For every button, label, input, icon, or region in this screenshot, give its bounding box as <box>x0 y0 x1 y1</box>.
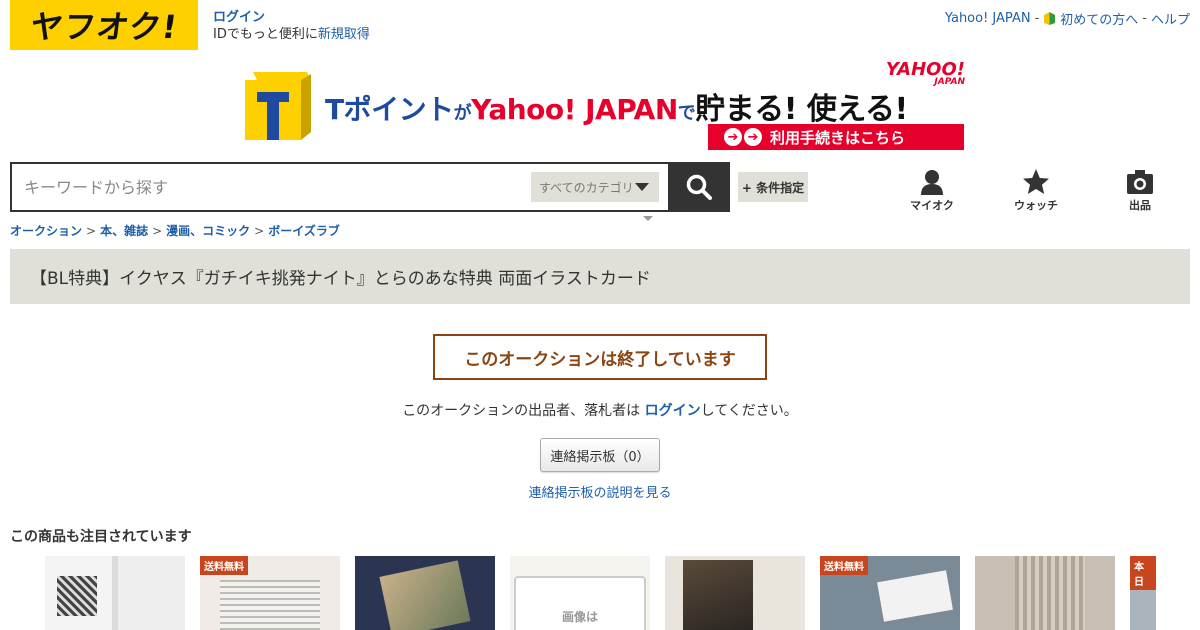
related-item-thumbnail[interactable] <box>355 556 495 630</box>
breadcrumb-separator: > <box>152 224 163 238</box>
small-caret-icon <box>643 216 653 221</box>
category-select-value: すべてのカテゴリ <box>539 180 634 195</box>
arrow-right-icon: ➔ <box>744 128 762 146</box>
today-badge: 本日 <box>1130 556 1156 590</box>
yahuoku-logo[interactable]: ヤフオク! <box>10 0 198 50</box>
related-item-thumbnail[interactable]: 画像は <box>510 556 650 630</box>
related-heading: この商品も注目されています <box>10 529 192 545</box>
beginner-leaf-icon <box>1044 12 1056 25</box>
id-prompt: IDでもっと便利に <box>213 27 318 42</box>
banner-de: で <box>677 103 696 124</box>
tpoint-banner[interactable]: TポイントがYahoo! JAPANで貯まる! 使える! YAHOO! JAPA… <box>245 61 965 152</box>
yahoo-mini-logo: YAHOO! JAPAN <box>886 61 965 87</box>
nav-myauction-label: マイオク <box>910 199 954 212</box>
search-button[interactable] <box>668 162 730 212</box>
help-link[interactable]: ヘルプ <box>1151 9 1190 28</box>
person-icon <box>921 170 943 195</box>
tpoint-cube-icon <box>245 72 311 140</box>
item-title: 【BL特典】イクヤス『ガチイキ挑発ナイト』とらのあな特典 両面イラストカード <box>30 269 651 289</box>
login-prompt-post: してください。 <box>700 403 798 419</box>
breadcrumb-item[interactable]: ボーイズラブ <box>268 224 340 238</box>
banner-tpoint: Tポイント <box>325 93 454 126</box>
login-box: ログイン IDでもっと便利に新規取得 <box>213 9 370 43</box>
chevron-down-icon <box>635 183 649 191</box>
related-item-thumbnail[interactable]: 送料無料 <box>820 556 960 630</box>
signup-link[interactable]: 新規取得 <box>318 27 370 42</box>
top-links: Yahoo! JAPAN - 初めての方へ - ヘルプ <box>945 9 1190 28</box>
related-item-thumbnail[interactable] <box>45 556 185 630</box>
login-link[interactable]: ログイン <box>213 9 370 26</box>
separator: - <box>1142 11 1147 26</box>
breadcrumb: オークション > 本、雑誌 > 漫画、コミック > ボーイズラブ <box>10 222 340 239</box>
related-item-thumbnail[interactable] <box>975 556 1115 630</box>
nav-watch-label: ウォッチ <box>1014 199 1058 212</box>
related-item-thumbnail[interactable]: 送料無料 <box>200 556 340 630</box>
item-title-bar: 【BL特典】イクヤス『ガチイキ挑発ナイト』とらのあな特典 両面イラストカード <box>10 249 1190 304</box>
breadcrumb-separator: > <box>86 224 97 238</box>
board-help-link[interactable]: 連絡掲示板の説明を見る <box>528 486 671 501</box>
condition-button[interactable]: + 条件指定 <box>738 172 808 202</box>
nav-sell[interactable]: 出品 <box>1088 168 1192 213</box>
nav-watch[interactable]: ウォッチ <box>984 168 1088 213</box>
free-shipping-badge: 送料無料 <box>820 556 868 575</box>
star-icon <box>1023 169 1049 194</box>
nav-myauction[interactable]: マイオク <box>880 168 984 213</box>
login-prompt-link[interactable]: ログイン <box>645 403 701 419</box>
banner-slogan: 貯まる! 使える! <box>695 92 908 127</box>
banner-ga: が <box>453 103 472 124</box>
breadcrumb-item[interactable]: 本、雑誌 <box>100 224 148 238</box>
banner-cta-label: 利用手続きはこちら <box>770 128 906 147</box>
free-shipping-badge: 送料無料 <box>200 556 248 575</box>
auction-ended-notice: このオークションは終了しています <box>433 334 767 380</box>
message-board-button[interactable]: 連絡掲示板（0） <box>540 438 660 472</box>
beginners-link[interactable]: 初めての方へ <box>1060 9 1138 28</box>
banner-headline: TポイントがYahoo! JAPANで貯まる! 使える! <box>325 84 908 128</box>
message-board-help-link: 連絡掲示板の説明を見る <box>0 482 1200 501</box>
breadcrumb-item[interactable]: オークション <box>10 224 82 238</box>
cta-arrows: ➔ ➔ <box>724 128 762 146</box>
nav-icons: マイオク ウォッチ 出品 <box>880 168 1192 213</box>
no-image-label: 画像は <box>561 610 598 624</box>
separator: - <box>1034 11 1040 26</box>
search-icon <box>686 174 712 200</box>
banner-cta-button[interactable]: ➔ ➔ 利用手続きはこちら <box>708 124 964 150</box>
related-items: 送料無料 画像は 送料無料 本日 <box>45 556 1156 630</box>
nav-sell-label: 出品 <box>1129 199 1151 212</box>
banner-yahoo: Yahoo! JAPAN <box>471 93 678 126</box>
no-image-placeholder: 画像は <box>514 576 646 630</box>
logo-text: ヤフオク! <box>27 8 180 46</box>
breadcrumb-separator: > <box>254 224 265 238</box>
camera-icon <box>1127 170 1153 194</box>
yahoo-japan-link[interactable]: Yahoo! JAPAN <box>945 11 1031 26</box>
search-bar: すべてのカテゴリ <box>10 162 730 212</box>
related-item-thumbnail[interactable] <box>665 556 805 630</box>
category-select[interactable]: すべてのカテゴリ <box>531 172 659 202</box>
login-prompt-pre: このオークションの出品者、落札者は <box>402 403 645 419</box>
related-item-thumbnail[interactable]: 本日 <box>1130 556 1156 630</box>
login-prompt: このオークションの出品者、落札者は ログインしてください。 <box>0 400 1200 420</box>
breadcrumb-item[interactable]: 漫画、コミック <box>166 224 250 238</box>
arrow-right-icon: ➔ <box>724 128 742 146</box>
